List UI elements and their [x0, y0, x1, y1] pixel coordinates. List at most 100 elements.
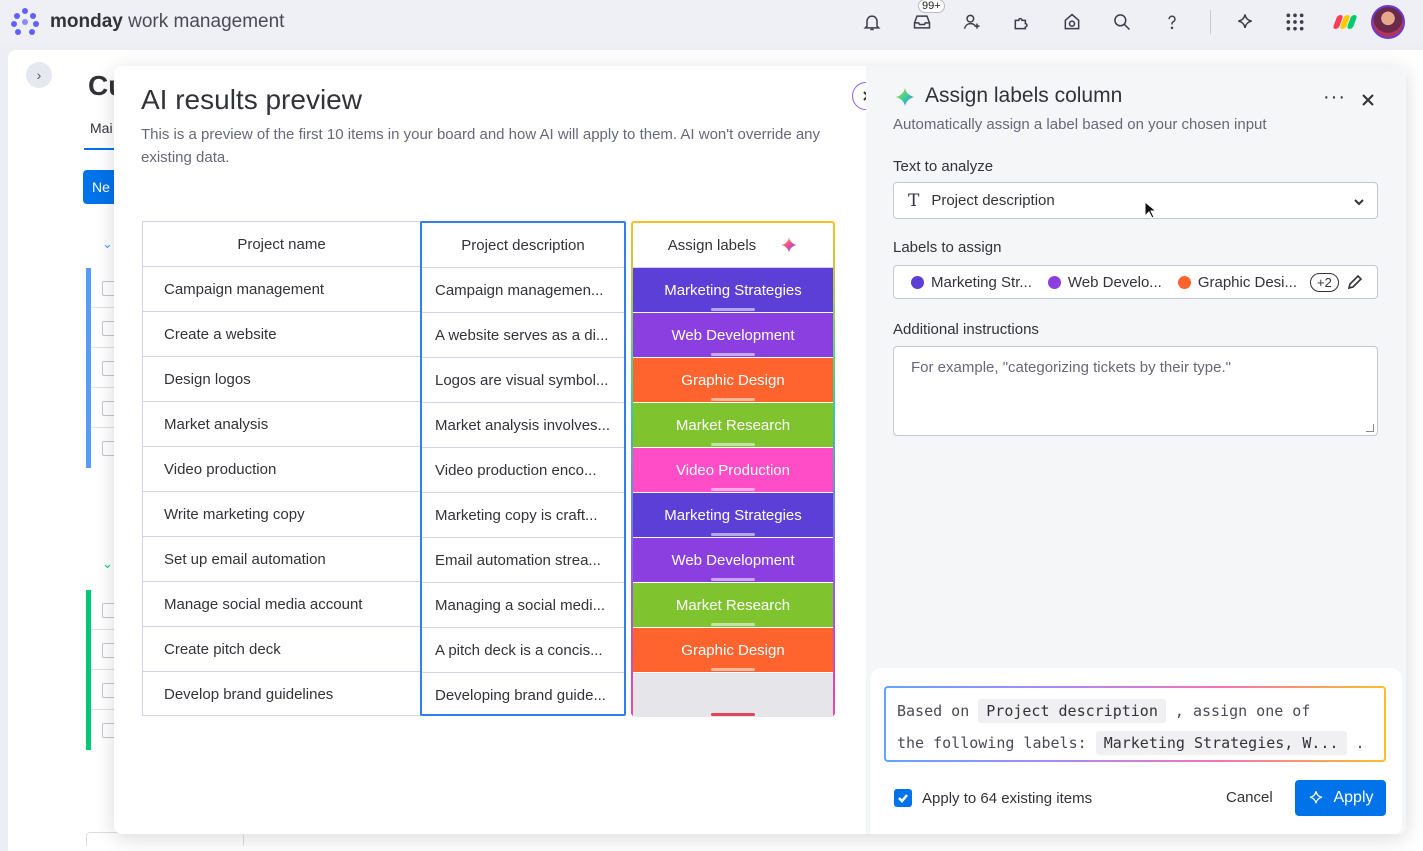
top-bar: monday work management 99+: [0, 0, 1423, 44]
labels-to-assign-label: Labels to assign: [893, 239, 1002, 256]
board-tab-main[interactable]: Mai: [90, 120, 113, 136]
checkmark-icon: [898, 794, 908, 803]
table-row-name: Create pitch deck: [143, 627, 420, 672]
cancel-button[interactable]: Cancel: [1226, 789, 1273, 806]
close-icon[interactable]: [1360, 92, 1376, 108]
table-row-description: Developing brand guide...: [435, 687, 606, 704]
column-header-project-description: Project description: [422, 223, 624, 268]
board-footer-tab: [86, 832, 244, 846]
label-chip-text: Web Develo...: [1067, 273, 1162, 291]
brand-name: monday work management: [50, 11, 285, 32]
prompt-text: , assign one of: [1174, 702, 1311, 720]
labels-to-assign-field[interactable]: Marketing Str... Web Develo... Graphic D…: [893, 265, 1378, 299]
assign-labels-column: Assign labels Marketing Strategies Web D…: [631, 221, 835, 718]
assign-labels-panel: Assign labels column Automatically assig…: [866, 66, 1406, 834]
column-header-project-name: Project name: [143, 222, 420, 267]
more-options-icon[interactable]: ···: [1323, 86, 1346, 109]
text-to-analyze-value: Project description: [931, 192, 1055, 209]
table-row-description: Managing a social medi...: [422, 583, 624, 628]
table-row-description: A pitch deck is a concis...: [422, 628, 624, 673]
group-rows-green: [86, 590, 117, 750]
board-tab-indicator: [84, 148, 114, 150]
project-description-column: Project description Campaign managemen..…: [420, 221, 626, 716]
ai-sparkle-icon: [781, 237, 797, 253]
panel-title: Assign labels column: [925, 84, 1123, 107]
ai-sparkle-icon: [1310, 791, 1323, 804]
user-avatar[interactable]: [1371, 5, 1405, 39]
prompt-text: .: [1355, 734, 1365, 752]
table-row-description: Marketing copy is craft...: [422, 493, 624, 538]
apply-button[interactable]: Apply: [1295, 780, 1386, 816]
label-color-dot: [911, 275, 924, 289]
ai-sparkle-icon[interactable]: [1233, 10, 1257, 34]
apply-existing-checkbox-row[interactable]: Apply to 64 existing items: [894, 789, 1092, 807]
table-row-name: Write marketing copy: [143, 492, 420, 537]
label-cell: Marketing Strategies: [633, 493, 833, 538]
label-chip-text: Marketing Str...: [931, 273, 1032, 291]
inbox-badge: 99+: [918, 0, 945, 13]
label-cell: Graphic Design: [633, 358, 833, 403]
table-row-name: Set up email automation: [143, 537, 420, 582]
table-row-name: Develop brand guidelines: [164, 686, 334, 703]
column-header-label: Assign labels: [667, 236, 757, 254]
text-column-icon: T: [908, 190, 920, 211]
search-icon[interactable]: [1110, 10, 1134, 34]
label-cell: Web Development: [633, 313, 833, 358]
label-color-dot: [1047, 275, 1061, 289]
apps-grid-icon[interactable]: [1283, 10, 1307, 34]
column-header-assign-labels: Assign labels: [633, 223, 833, 268]
label-chip: Marketing Str...: [911, 274, 1032, 291]
ai-prompt-box[interactable]: Based on Project description , assign on…: [884, 686, 1386, 762]
label-chip-text: Graphic Desi...: [1197, 273, 1298, 291]
pencil-icon[interactable]: [1347, 274, 1363, 290]
table-row-description: Email automation strea...: [422, 538, 624, 583]
prompt-labels-pill[interactable]: Marketing Strategies, W...: [1095, 731, 1347, 755]
label-cell: Market Research: [633, 403, 833, 448]
monday-logo-icon: [10, 7, 40, 37]
label-chip: Web Develo...: [1047, 273, 1162, 291]
apply-existing-checkbox[interactable]: [894, 789, 912, 807]
toolbar-separator: [1210, 10, 1211, 34]
group-rows-blue: [86, 268, 117, 468]
resize-handle[interactable]: [1366, 424, 1374, 432]
additional-instructions-label: Additional instructions: [893, 321, 1039, 338]
label-chip: Graphic Desi...: [1177, 273, 1298, 291]
monday-products-icon[interactable]: [1332, 15, 1358, 29]
prompt-text: the following labels:: [897, 734, 1087, 752]
text-to-analyze-label: Text to analyze: [893, 158, 994, 175]
table-row-name: Manage social media account: [143, 582, 420, 627]
table-row-name: Video production: [143, 447, 420, 492]
group-toggle-chevron-icon[interactable]: ⌄: [102, 556, 113, 572]
text-to-analyze-select[interactable]: T Project description: [893, 182, 1378, 219]
table-row-description: Logos are visual symbol...: [422, 358, 624, 403]
automations-icon[interactable]: [1060, 10, 1084, 34]
new-item-button[interactable]: Ne: [83, 170, 115, 204]
group-toggle-chevron-icon[interactable]: ⌄: [102, 236, 113, 252]
more-labels-counter[interactable]: +2: [1310, 272, 1339, 292]
project-name-column: Project name Campaign management Create …: [142, 221, 421, 716]
invite-user-icon[interactable]: [960, 10, 984, 34]
integrations-icon[interactable]: [1010, 10, 1034, 34]
additional-instructions-placeholder: For example, "categorizing tickets by th…: [911, 359, 1231, 376]
apply-button-label: Apply: [1333, 789, 1374, 806]
label-cell: Graphic Design: [633, 628, 833, 673]
panel-footer: Based on Project description , assign on…: [870, 668, 1402, 834]
apply-existing-label: Apply to 64 existing items: [922, 789, 1093, 807]
table-row-name: Create a website: [143, 312, 420, 357]
table-row-description: A website serves as a di...: [422, 313, 624, 358]
label-color-dot: [1177, 275, 1191, 289]
table-row-description: Market analysis involves...: [422, 403, 624, 448]
expand-sidebar-button[interactable]: ›: [26, 62, 52, 88]
prompt-text: Based on: [897, 702, 970, 720]
label-cell: Video Production: [633, 448, 833, 493]
bell-icon[interactable]: [860, 10, 884, 34]
table-row-description: Campaign managemen...: [422, 268, 624, 313]
help-icon[interactable]: [1160, 10, 1184, 34]
monday-logo[interactable]: monday work management: [10, 7, 284, 37]
label-cell: Market Research: [633, 583, 833, 628]
additional-instructions-textarea[interactable]: For example, "categorizing tickets by th…: [893, 346, 1378, 436]
mouse-cursor-icon: [1144, 201, 1156, 219]
inbox-icon[interactable]: 99+: [910, 0, 945, 34]
ai-sparkle-icon: [895, 87, 915, 107]
prompt-source-pill[interactable]: Project description: [978, 699, 1166, 723]
